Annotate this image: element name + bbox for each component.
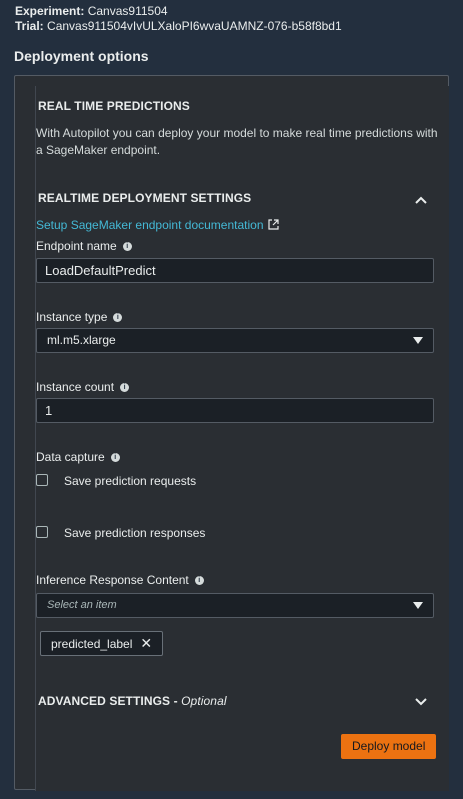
doc-link[interactable]: Setup SageMaker endpoint documentation [36, 218, 279, 232]
info-icon[interactable]: i [122, 242, 132, 251]
endpoint-name-label: Endpoint name i [36, 239, 132, 253]
save-requests-label: Save prediction requests [64, 474, 197, 488]
token-label: predicted_label [51, 637, 133, 651]
deployment-panel: REAL TIME PREDICTIONS With Autopilot you… [14, 75, 449, 791]
doc-link-text[interactable]: Setup SageMaker endpoint documentation [36, 218, 264, 232]
trial-label: Trial: [15, 19, 44, 33]
inference-response-placeholder: Select an item [47, 599, 117, 611]
advanced-settings-title-text: ADVANCED SETTINGS - [38, 694, 178, 708]
inference-response-label: Inference Response Content i [36, 573, 204, 587]
instance-count-label-text: Instance count [36, 380, 115, 394]
instance-count-label: Instance count i [36, 380, 130, 394]
instance-type-select[interactable]: ml.m5.xlarge [36, 328, 434, 353]
endpoint-name-label-text: Endpoint name [36, 239, 117, 253]
chevron-down-icon[interactable] [414, 697, 428, 707]
realtime-description: With Autopilot you can deploy your model… [36, 126, 438, 157]
selected-token: predicted_label ✕ [40, 631, 164, 656]
data-capture-label: Data capture i [36, 450, 120, 464]
instance-type-label: Instance type i [36, 310, 123, 324]
info-icon[interactable]: i [113, 313, 123, 322]
experiment-value: Canvas911504 [87, 4, 168, 18]
info-icon[interactable]: i [194, 576, 204, 585]
experiment-meta: Experiment: Canvas911504 Trial: Canvas91… [15, 4, 342, 34]
info-icon[interactable]: i [110, 453, 120, 462]
instance-type-label-text: Instance type [36, 310, 108, 324]
save-responses-checkbox[interactable] [36, 526, 48, 538]
inference-response-select[interactable]: Select an item [36, 593, 434, 618]
trial-value: Canvas911504vIvULXaloPI6wvaUAMNZ-076-b58… [47, 19, 342, 33]
advanced-settings-title[interactable]: ADVANCED SETTINGS - Optional [38, 694, 227, 708]
caret-down-icon [413, 602, 423, 609]
save-responses-label: Save prediction responses [64, 526, 206, 540]
remove-token-icon[interactable]: ✕ [140, 635, 152, 651]
realtime-settings-title: REALTIME DEPLOYMENT SETTINGS [38, 191, 252, 205]
inference-response-label-text: Inference Response Content [36, 573, 189, 587]
info-icon[interactable]: i [120, 383, 130, 392]
realtime-title: REAL TIME PREDICTIONS [38, 99, 190, 113]
experiment-label: Experiment: [15, 4, 85, 18]
caret-down-icon [413, 337, 423, 344]
instance-type-value: ml.m5.xlarge [47, 333, 116, 347]
deploy-model-button[interactable]: Deploy model [341, 734, 437, 759]
endpoint-name-input[interactable]: LoadDefaultPredict [36, 258, 434, 283]
page-title: Deployment options [14, 48, 149, 64]
deployment-panel-inner: REAL TIME PREDICTIONS With Autopilot you… [35, 86, 449, 791]
external-link-icon [267, 219, 279, 230]
save-requests-checkbox[interactable] [36, 474, 48, 486]
chevron-up-icon[interactable] [414, 195, 428, 205]
advanced-settings-optional: Optional [181, 694, 227, 708]
instance-count-input[interactable]: 1 [36, 398, 434, 423]
data-capture-label-text: Data capture [36, 450, 105, 464]
